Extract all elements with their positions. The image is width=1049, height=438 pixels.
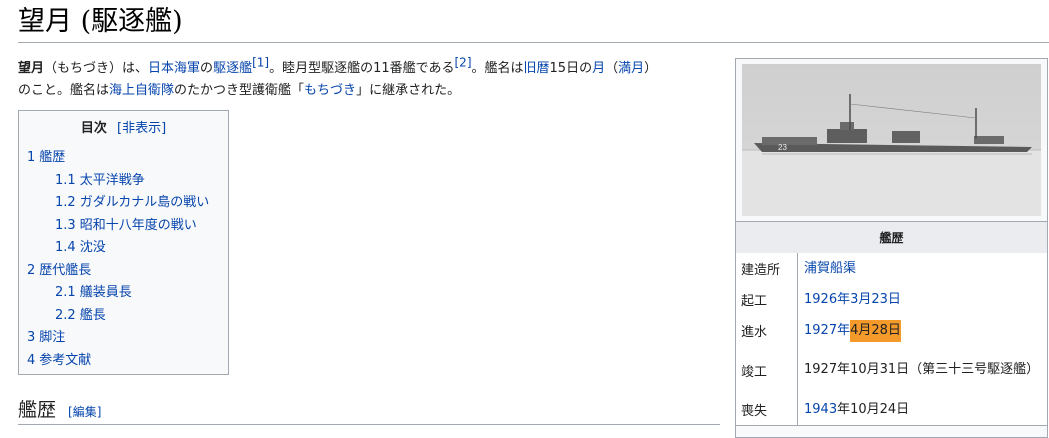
lead-text: （もちづき）は、 bbox=[44, 61, 149, 76]
link-jmsdf[interactable]: 海上自衛隊 bbox=[109, 83, 174, 98]
toc-number: 1 bbox=[27, 150, 36, 165]
lead-text: ） bbox=[644, 61, 658, 76]
toc-link[interactable]: 脚注 bbox=[39, 330, 65, 345]
reference-2-link[interactable]: [2] bbox=[455, 56, 472, 70]
toc-item-1-3[interactable]: 1.3 昭和十八年度の戦い bbox=[27, 215, 209, 238]
toc-item-1-2[interactable]: 1.2 ガダルカナル島の戦い bbox=[27, 192, 209, 215]
loss-date: 年10月24日 bbox=[837, 401, 910, 417]
infobox-label: 竣工 bbox=[736, 346, 798, 394]
completed-date: 1927年10月31日（第三十三号駆逐艦） bbox=[804, 362, 1040, 377]
toc-item-2-2[interactable]: 2.2 艦長 bbox=[27, 305, 209, 328]
link-full-moon[interactable]: 満月 bbox=[618, 61, 644, 76]
toc-item-1[interactable]: 1 艦歴 bbox=[27, 147, 209, 170]
toc-number: 1.1 bbox=[55, 172, 76, 188]
toc-number: 2.2 bbox=[55, 307, 76, 323]
lead-text: 」に継承された。 bbox=[356, 83, 461, 98]
toc-number: 3 bbox=[27, 330, 36, 345]
infobox: 23 艦歴 建造所 浦賀船渠 起工 1926年3月23日 進水 1927年 4月2… bbox=[735, 58, 1048, 438]
section-divider bbox=[18, 424, 720, 425]
reference-1-link[interactable]: [1] bbox=[252, 56, 269, 70]
toc-link[interactable]: 太平洋戦争 bbox=[80, 173, 145, 188]
toc-heading: 目次 bbox=[80, 121, 107, 136]
toc-link[interactable]: 艦長 bbox=[80, 308, 106, 323]
infobox-row-completed: 竣工 1927年10月31日（第三十三号駆逐艦） bbox=[736, 346, 1047, 395]
section-title: 艦歴 bbox=[18, 399, 57, 421]
link-laid-down-date[interactable]: 1926年3月23日 bbox=[804, 289, 901, 311]
infobox-label: 喪失 bbox=[736, 394, 798, 425]
toc-toggle-button[interactable]: [非表示] bbox=[117, 121, 166, 136]
link-moon[interactable]: 月 bbox=[592, 61, 605, 76]
toc-link[interactable]: 参考文献 bbox=[39, 353, 91, 368]
toc-number: 1.3 bbox=[55, 217, 76, 233]
toc-item-2[interactable]: 2 歴代艦長 bbox=[27, 260, 209, 283]
link-mochizuki-escort[interactable]: もちづき bbox=[304, 83, 356, 98]
toc-link[interactable]: 沈没 bbox=[80, 240, 106, 255]
toc-link[interactable]: 艤装員長 bbox=[80, 285, 132, 300]
toc-list: 1 艦歴 1.1 太平洋戦争 1.2 ガダルカナル島の戦い 1.3 昭和十八年度の戦い … bbox=[27, 147, 209, 372]
toc-item-3[interactable]: 3 脚注 bbox=[27, 327, 209, 350]
title-divider bbox=[18, 42, 1049, 43]
toc-link[interactable]: 歴代艦長 bbox=[39, 263, 91, 278]
lead-text: 。睦月型駆逐艦の11番艦である bbox=[269, 61, 455, 76]
link-launch-year[interactable]: 1927年 bbox=[804, 320, 850, 342]
toc-number: 4 bbox=[27, 352, 36, 368]
highlighted-launch-date[interactable]: 4月28日 bbox=[850, 319, 901, 342]
toc-number: 1.2 bbox=[55, 195, 76, 210]
destroyer-photo-image: 23 bbox=[742, 64, 1041, 216]
ship-photo[interactable]: 23 bbox=[742, 64, 1041, 216]
infobox-row-builder: 建造所 浦賀船渠 bbox=[736, 253, 1047, 285]
toc-number: 2 bbox=[27, 262, 36, 278]
toc-item-1-1[interactable]: 1.1 太平洋戦争 bbox=[27, 170, 209, 193]
link-loss-year[interactable]: 1943 bbox=[804, 399, 837, 421]
section-heading: 艦歴 [編集] bbox=[18, 396, 101, 426]
link-old-calendar[interactable]: 旧暦 bbox=[524, 61, 550, 76]
section-edit-link[interactable]: [編集] bbox=[68, 405, 101, 419]
toc-link[interactable]: 艦歴 bbox=[39, 150, 65, 165]
toc-number: 1.4 bbox=[55, 240, 76, 255]
lead-text: （ bbox=[605, 61, 619, 76]
toc-link[interactable]: ガダルカナル島の戦い bbox=[80, 195, 210, 210]
lead-text: 。艦名は bbox=[471, 61, 524, 76]
toc-item-4[interactable]: 4 参考文献 bbox=[27, 350, 209, 373]
lead-text: 15日の bbox=[549, 61, 593, 76]
infobox-row-lost: 喪失 1943 年10月24日 bbox=[736, 394, 1047, 426]
link-uraga-dock[interactable]: 浦賀船渠 bbox=[804, 258, 856, 280]
toc-link[interactable]: 昭和十八年度の戦い bbox=[80, 218, 197, 233]
infobox-row-launched: 進水 1927年 4月28日 bbox=[736, 315, 1047, 347]
infobox-row-laid-down: 起工 1926年3月23日 bbox=[736, 284, 1047, 316]
link-destroyer[interactable]: 駆逐艦 bbox=[213, 61, 252, 76]
lead-text: のたかつき型護衛艦「 bbox=[174, 83, 305, 98]
toc-item-1-4[interactable]: 1.4 沈没 bbox=[27, 237, 209, 260]
toc-item-2-1[interactable]: 2.1 艤装員長 bbox=[27, 282, 209, 305]
lead-text: のこと。艦名は bbox=[18, 83, 110, 98]
table-of-contents: 目次 [非表示] 1 艦歴 1.1 太平洋戦争 1.2 ガダルカナル島の戦い 1.3 昭… bbox=[18, 110, 229, 375]
page-title: 望月 (駆逐艦) bbox=[18, 6, 183, 37]
infobox-label: 起工 bbox=[736, 284, 798, 315]
lead-bold-title: 望月 bbox=[18, 61, 45, 76]
lead-text: の bbox=[200, 61, 214, 76]
link-japanese-navy[interactable]: 日本海軍 bbox=[148, 61, 200, 76]
infobox-header: 艦歴 bbox=[736, 221, 1047, 255]
lead-paragraph: 望月（もちづき）は、日本海軍の駆逐艦[1]。睦月型駆逐艦の11番艦である[2]。… bbox=[18, 56, 723, 102]
infobox-label: 進水 bbox=[736, 315, 798, 346]
svg-text:23: 23 bbox=[778, 143, 787, 152]
infobox-label: 建造所 bbox=[736, 253, 798, 284]
toc-number: 2.1 bbox=[55, 285, 76, 300]
